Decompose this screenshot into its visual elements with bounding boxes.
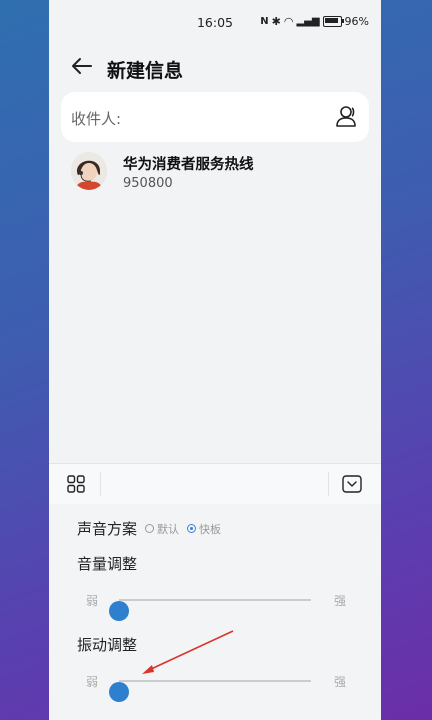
sound-scheme-label: 声音方案 (77, 520, 138, 538)
radio-default-label: 默认 (157, 522, 180, 536)
divider (100, 472, 101, 496)
vibration-slider[interactable] (109, 680, 311, 702)
volume-slider-thumb[interactable] (109, 601, 129, 621)
radio-allegro-label: 快板 (199, 522, 222, 536)
divider (328, 472, 329, 496)
vibration-weak-label: 弱 (86, 675, 99, 689)
contact-name: 华为消费者服务热线 (123, 157, 254, 173)
vibration-strong-label: 强 (334, 675, 347, 689)
grid-menu-icon[interactable] (67, 475, 85, 493)
collapse-keyboard-icon[interactable] (342, 475, 362, 493)
vibration-title: 振动调整 (77, 636, 138, 654)
radio-selected-icon (187, 524, 197, 533)
input-toolbar (49, 463, 381, 505)
status-icons: N ✱ ◠ ▂▄▆ 96% (260, 15, 369, 28)
signal-icon: ▂▄▆ (296, 16, 320, 27)
avatar (71, 152, 107, 190)
page-title: 新建信息 (107, 60, 184, 82)
vibration-slider-thumb[interactable] (109, 682, 129, 702)
recipient-label: 收件人: (71, 110, 122, 128)
nfc-icon: N (260, 16, 269, 27)
radio-circle-icon (145, 524, 155, 533)
volume-weak-label: 弱 (86, 594, 99, 608)
sound-settings-panel: 声音方案 默认 快板 音量调整 弱 强 振动调整 弱 强 (49, 504, 381, 720)
title-bar: 新建信息 (49, 44, 381, 88)
battery-percent: 96% (344, 15, 369, 28)
volume-slider[interactable] (109, 599, 311, 621)
volume-slider-row: 弱 强 (49, 588, 381, 621)
battery-icon (322, 16, 344, 27)
vibration-slider-row: 弱 强 (49, 669, 381, 702)
phone-screen: 16:05 N ✱ ◠ ▂▄▆ 96% 新建信息 收件人: 华为消费者服务热线 … (49, 0, 381, 720)
radio-default[interactable]: 默认 (145, 521, 179, 537)
volume-title: 音量调整 (77, 555, 138, 573)
recipient-field[interactable]: 收件人: (61, 92, 369, 142)
add-contact-icon[interactable] (335, 104, 359, 128)
bluetooth-icon: ✱ (271, 15, 281, 28)
contact-number: 950800 (123, 176, 173, 191)
wifi-icon: ◠ (283, 15, 294, 28)
volume-strong-label: 强 (334, 594, 347, 608)
sound-scheme-row: 声音方案 默认 快板 (77, 518, 229, 539)
radio-allegro[interactable]: 快板 (187, 521, 221, 537)
contact-suggestion[interactable]: 华为消费者服务热线 950800 (71, 152, 371, 196)
back-arrow-icon[interactable] (69, 53, 95, 79)
status-bar: 16:05 N ✱ ◠ ▂▄▆ 96% (49, 0, 381, 44)
